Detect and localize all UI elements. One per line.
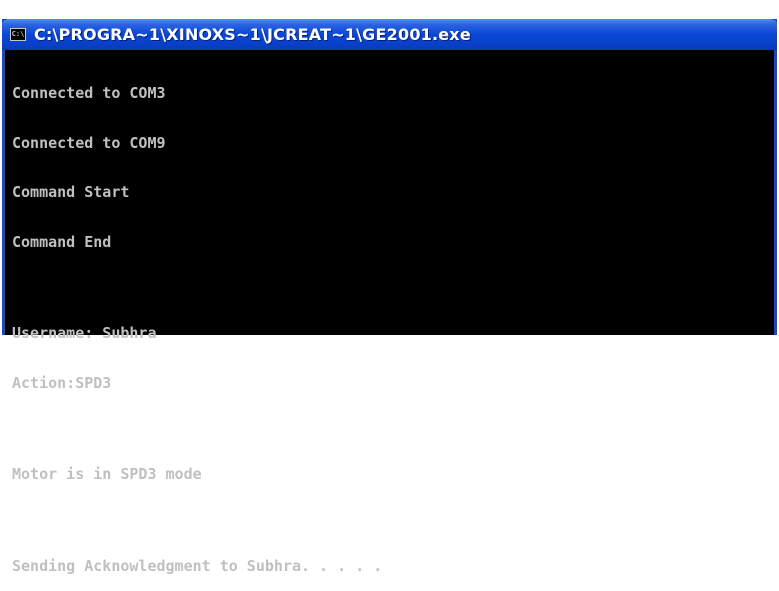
console-line: Connected to COM3 bbox=[12, 84, 166, 102]
console-line: Command Start bbox=[12, 183, 130, 201]
console-line: Action:SPD3 bbox=[12, 373, 112, 392]
console-output: Connected to COM3 Connected to COM9 Comm… bbox=[12, 52, 767, 574]
console-line: Connected to COM9 bbox=[12, 133, 166, 152]
window-titlebar[interactable]: C:\ C:\PROGRA~1\XINOXS~1\JCREAT~1\GE2001… bbox=[2, 19, 777, 50]
console-line: Command End bbox=[12, 232, 112, 251]
console-icon[interactable]: C:\ bbox=[10, 28, 26, 41]
console-line: Username: Subhra bbox=[12, 324, 157, 342]
window-title: C:\PROGRA~1\XINOXS~1\JCREAT~1\GE2001.exe bbox=[34, 25, 471, 44]
console-line: Sending Acknowledgment to Subhra. . . . … bbox=[12, 556, 383, 575]
console-icon-glyph: C:\ bbox=[11, 30, 25, 38]
console-line: Motor is in SPD3 mode bbox=[12, 465, 202, 483]
